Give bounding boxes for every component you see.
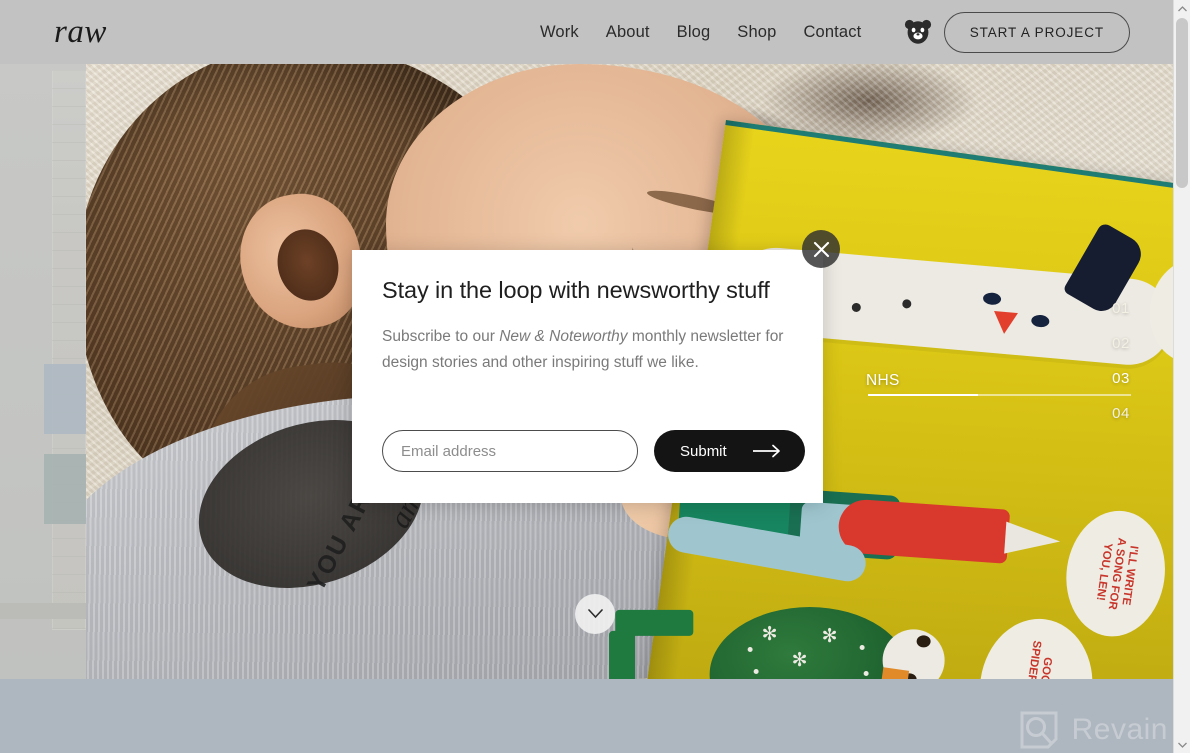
scroll-up-arrow-icon <box>1177 5 1187 11</box>
main-navigation: Work About Blog Shop Contact <box>540 0 933 64</box>
modal-description: Subscribe to our New & Noteworthy monthl… <box>382 324 794 375</box>
egg-eye-top <box>916 635 931 648</box>
browser-scrollbar[interactable] <box>1173 0 1190 753</box>
submit-button[interactable]: Submit <box>654 430 805 472</box>
snake-eye-left <box>982 291 1002 306</box>
nav-item-contact[interactable]: Contact <box>803 23 861 42</box>
snake-dot-2 <box>901 298 912 309</box>
slide-number-04[interactable]: 04 <box>1112 405 1130 422</box>
egg-leg-vertical <box>609 630 636 679</box>
prev-slide-dim-overlay <box>0 64 86 679</box>
modal-description-emphasis: New & Noteworthy <box>499 328 628 345</box>
arrow-right-icon <box>752 444 780 458</box>
revain-logo-icon <box>1020 711 1058 749</box>
rocket-tip <box>1004 521 1062 558</box>
slide-number-list: 01 02 03 04 <box>1112 300 1130 422</box>
submit-button-label: Submit <box>680 442 727 460</box>
nav-item-blog[interactable]: Blog <box>677 23 711 42</box>
egg-dot-4 <box>863 671 869 677</box>
site-header: raw Work About Blog Shop Contact START A… <box>0 0 1174 64</box>
slide-progress-bar <box>868 394 1131 396</box>
snake-eye-right <box>1030 314 1050 328</box>
scrollbar-thumb[interactable] <box>1176 18 1188 188</box>
scroll-down-button[interactable] <box>575 594 615 634</box>
revain-watermark: Revain <box>1018 709 1168 751</box>
nav-item-work[interactable]: Work <box>540 23 579 42</box>
slide-number-01[interactable]: 01 <box>1112 300 1130 317</box>
slide-number-02[interactable]: 02 <box>1112 335 1130 352</box>
book-speech-bubble-2-text: I'LL WRITE A SONG FOR YOU, LEN! <box>1093 537 1140 611</box>
browser-viewport: YOU ARE amazing STAY COOL! <box>0 0 1174 753</box>
bear-icon <box>905 19 932 44</box>
book-egg-character: ✻ ✻ ✻ ✻ ✻ <box>709 607 910 679</box>
newsletter-form: Submit <box>382 430 805 472</box>
revain-watermark-text: Revain <box>1071 713 1168 746</box>
modal-close-button[interactable] <box>802 230 840 268</box>
book-speech-bubble-2: I'LL WRITE A SONG FOR YOU, LEN! <box>1058 504 1173 643</box>
snake-dot-1 <box>851 302 862 313</box>
newsletter-modal: Stay in the loop with newsworthy stuff S… <box>352 250 823 503</box>
slide-progress-fill <box>868 394 979 396</box>
egg-dot-1 <box>747 647 753 653</box>
egg-snowflake-2: ✻ <box>791 650 808 672</box>
book-speech-bubble-3-text: GOODBYE, SPIDER FRIEND. <box>1017 639 1056 679</box>
brand-logo[interactable]: raw <box>54 12 107 52</box>
previous-slide-preview[interactable] <box>0 64 86 679</box>
chevron-down-icon <box>587 609 603 619</box>
slide-number-03[interactable]: 03 <box>1112 370 1130 387</box>
page-footer-strip: Revain <box>0 679 1174 753</box>
egg-dot-2 <box>753 669 759 675</box>
start-a-project-button[interactable]: START A PROJECT <box>943 12 1130 53</box>
scrollbar-up-button[interactable] <box>1174 0 1190 17</box>
nav-item-about[interactable]: About <box>606 23 650 42</box>
close-icon <box>813 241 829 257</box>
modal-description-part1: Subscribe to our <box>382 328 500 345</box>
scrollbar-down-button[interactable] <box>1174 736 1190 753</box>
egg-snowflake-1: ✻ <box>761 624 778 646</box>
bear-icon-button[interactable] <box>903 17 933 47</box>
nav-item-shop[interactable]: Shop <box>737 23 776 42</box>
slide-caption: NHS <box>866 372 900 389</box>
email-input[interactable] <box>382 430 638 472</box>
egg-dot-3 <box>859 645 865 651</box>
snake-nose <box>992 310 1018 335</box>
modal-title: Stay in the loop with newsworthy stuff <box>382 277 770 303</box>
egg-snowflake-3: ✻ <box>821 626 838 648</box>
scroll-down-arrow-icon <box>1177 742 1187 748</box>
